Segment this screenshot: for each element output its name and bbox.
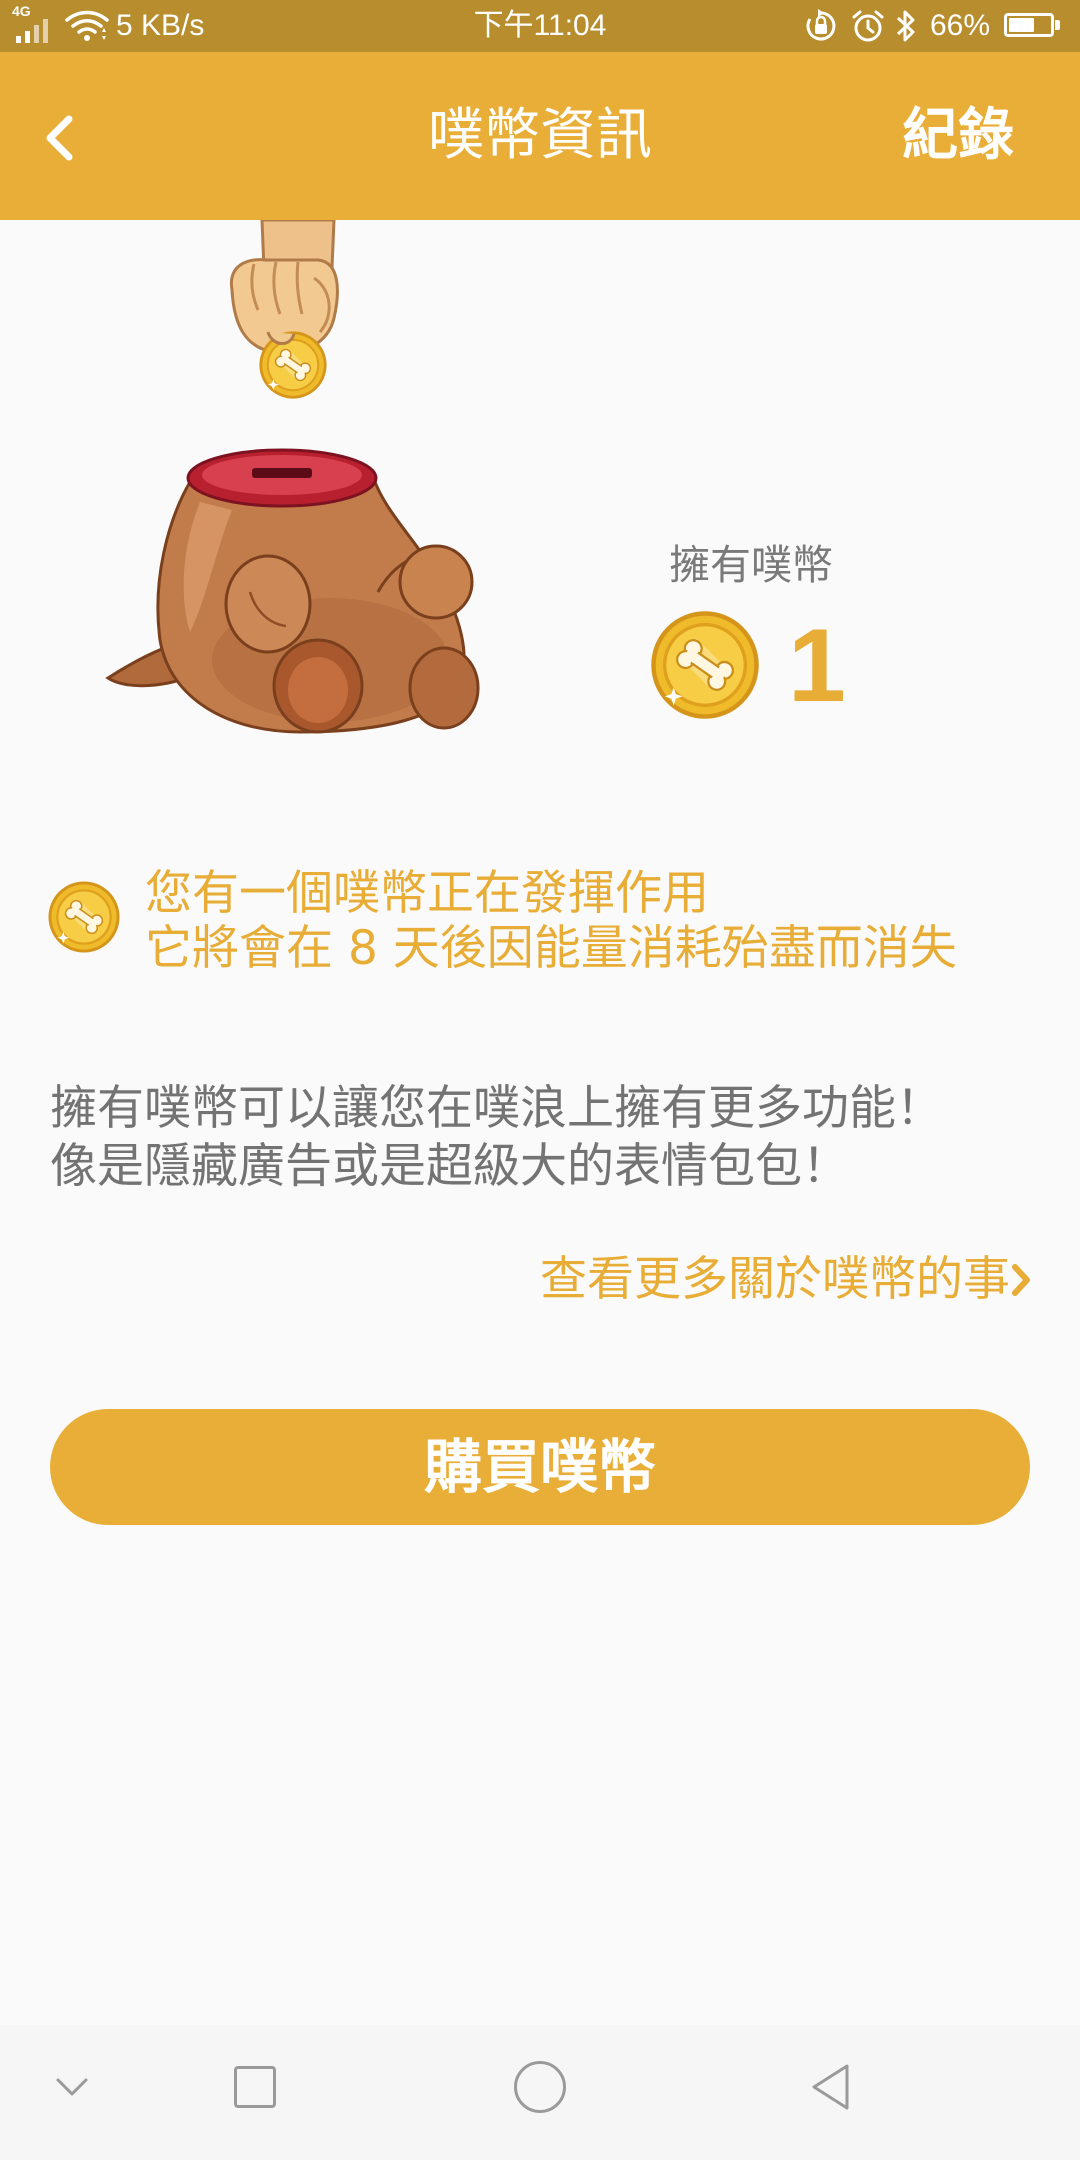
battery-level-fill [1009, 18, 1035, 32]
foot-pad [288, 657, 348, 723]
notice-line-2: 它將會在 8 天後因能量消耗殆盡而消失 [145, 921, 957, 976]
home-circle-icon[interactable] [514, 2061, 566, 2113]
system-nav-bar [0, 2025, 1080, 2160]
piggy-bank-slot [252, 468, 312, 478]
status-bar: 4G 5 KB/s 下午11:04 66% [0, 0, 1080, 52]
coin-icon [47, 880, 121, 954]
description-line-2: 像是隱藏廣告或是超級大的表情包包！ [50, 1139, 849, 1194]
piggy-bank-right-paw [398, 544, 474, 620]
recents-square-icon[interactable] [234, 2066, 276, 2108]
back-triangle-icon[interactable] [808, 2062, 852, 2112]
battery-icon [1004, 13, 1054, 37]
chevron-left-icon [46, 115, 73, 161]
active-coin-notice: 您有一個噗幣正在發揮作用 它將會在 8 天後因能量消耗殆盡而消失 [145, 866, 1065, 976]
balance-count: 1 [788, 608, 846, 724]
battery-percent: 66% [930, 9, 991, 42]
coin-in-hand [259, 331, 326, 398]
coin-description: 擁有噗幣可以讓您在噗浪上擁有更多功能！ 像是隱藏廣告或是超級大的表情包包！ [50, 1080, 1050, 1196]
piggy-bank-illustration [105, 220, 480, 734]
back-button[interactable] [30, 102, 90, 174]
piggy-bank-left-paw [224, 554, 312, 654]
piggy-bank-right-foot [408, 646, 480, 730]
coin-icon [649, 609, 761, 721]
learn-more-label: 查看更多關於噗幣的事 [540, 1252, 1010, 1307]
bluetooth-icon [896, 10, 915, 42]
balance-label: 擁有噗幣 [669, 541, 833, 589]
chevron-down-icon[interactable] [54, 2076, 90, 2098]
description-line-1: 擁有噗幣可以讓您在噗浪上擁有更多功能！ [50, 1081, 943, 1136]
notice-line-1: 您有一個噗幣正在發揮作用 [145, 866, 709, 921]
record-button[interactable]: 紀錄 [902, 52, 1014, 220]
alarm-icon [852, 10, 884, 42]
buy-coins-button[interactable]: 購買噗幣 [50, 1409, 1030, 1525]
chevron-right-icon [1012, 1264, 1030, 1296]
app-header: 噗幣資訊 紀錄 [0, 52, 1080, 220]
learn-more-link[interactable]: 查看更多關於噗幣的事 [540, 1252, 1032, 1308]
battery-nub [1055, 20, 1060, 30]
rotation-lock-icon [806, 9, 836, 41]
status-time: 下午11:04 [473, 9, 607, 42]
